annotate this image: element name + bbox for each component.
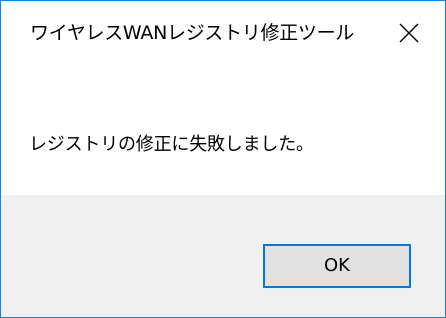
window-title: ワイヤレスWANレジストリ修正ツール [30,22,354,44]
dialog-content: レジストリの修正に失敗しました。 [1,65,445,195]
message-dialog: ワイヤレスWANレジストリ修正ツール レジストリの修正に失敗しました。 OK [0,0,446,318]
title-bar[interactable]: ワイヤレスWANレジストリ修正ツール [1,1,445,65]
close-button[interactable] [375,1,445,65]
error-message: レジストリの修正に失敗しました。 [29,134,314,155]
close-icon [399,23,419,43]
button-area: OK [1,195,445,317]
ok-button-label: OK [324,255,350,276]
ok-button[interactable]: OK [263,244,411,288]
